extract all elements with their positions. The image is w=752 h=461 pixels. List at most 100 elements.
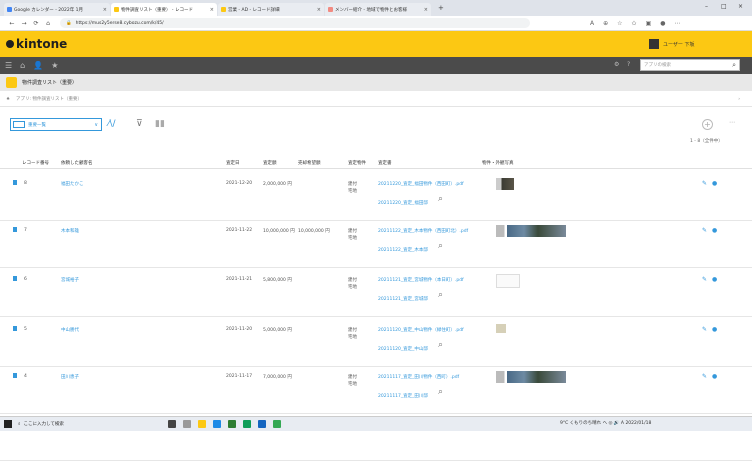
windows-start-icon[interactable] [4,420,12,428]
widgets-icon[interactable] [183,420,191,428]
appraisal-file-link-2[interactable]: 20211122_査定_木本邸 [378,247,428,253]
customer-name[interactable]: 木本和雄 [61,228,79,234]
appraisal-file-link[interactable]: 20211122_査定_木本物件（西田町北）.pdf [378,228,468,234]
browser-tab[interactable]: メンバー紹介 - 地域で物件とお客様 × [325,3,431,16]
record-menu-icon[interactable]: ● [712,180,717,187]
record-menu-icon[interactable]: ● [712,276,717,283]
user-menu[interactable]: ユーザー 下坂 [649,37,695,51]
appraisal-file-link[interactable]: 20211121_査定_宮城物件（本日町）.pdf [378,277,464,283]
appraisal-file-link-2[interactable]: 20211120_査定_中山邸 [378,346,428,352]
customer-name[interactable]: 福田たかこ [61,181,84,187]
home-icon[interactable]: ⌂ [42,20,54,27]
zoom-icon[interactable]: ⊕ [603,20,608,27]
customer-name[interactable]: 田川恵子 [61,374,79,380]
record-detail-icon[interactable] [13,373,17,378]
customer-name[interactable]: 宮城裕子 [61,277,79,283]
taskbar-search[interactable]: ⌕ ここに入力して検索 [18,421,128,427]
property-photo[interactable] [496,178,514,190]
chrome-icon[interactable] [273,420,281,428]
read-aloud-icon[interactable]: A [590,20,594,27]
record-detail-icon[interactable] [13,227,17,232]
appraisal-file-link-2[interactable]: 20211117_査定_田川邸 [378,393,428,399]
column-header[interactable]: 依頼した顧客名 [61,160,93,166]
column-header[interactable]: 売却希望額 [298,160,321,166]
breadcrumb-text[interactable]: アプリ: 物件調査リスト（重要） [16,96,82,102]
column-header[interactable]: レコード番号 [22,160,49,166]
search-icon[interactable]: ⌕ [732,61,736,70]
favorites-icon[interactable]: ✩ [632,20,637,27]
record-menu-icon[interactable]: ● [712,227,717,234]
close-window-button[interactable]: × [738,3,743,10]
app-icon-green[interactable] [243,420,251,428]
task-view-icon[interactable] [168,420,176,428]
browser-tab[interactable]: 物件調査リスト（重要） - レコード × [111,3,217,16]
magnifier-icon[interactable]: ⌕ [438,340,443,350]
customer-name[interactable]: 中山勝代 [61,327,79,333]
system-tray[interactable]: 9°C くもりのち晴れ へ ◎ 🔊 A 2022/01/18 [560,420,651,426]
maximize-button[interactable]: □ [721,3,727,10]
favorite-nav-icon[interactable]: ★ [51,61,58,70]
record-detail-icon[interactable] [13,276,17,281]
edit-icon[interactable]: ✎ [702,227,707,234]
edit-icon[interactable]: ✎ [702,276,707,283]
kintone-logo[interactable]: kintone [6,37,67,51]
record-menu-icon[interactable]: ● [712,326,717,333]
column-header[interactable]: 査定物件 [348,160,366,166]
new-tab-icon[interactable]: + [438,4,444,12]
reload-icon[interactable]: ⟳ [30,20,42,27]
magnifier-icon[interactable]: ⌕ [438,387,443,397]
edit-icon[interactable]: ✎ [702,326,707,333]
menu-icon[interactable]: ☰ [5,61,12,70]
add-record-button[interactable]: + [702,119,713,130]
magnifier-icon[interactable]: ⌕ [438,290,443,300]
magnifier-icon[interactable]: ⌕ [438,241,443,251]
space-icon[interactable]: ♠ [6,97,10,102]
settings-icon[interactable]: ⚙ [614,61,619,68]
tab-close-icon[interactable]: × [424,7,428,13]
tab-close-icon[interactable]: × [103,7,107,13]
filter-icon[interactable]: ⊽ [136,119,143,129]
appraisal-file-link[interactable]: 20211120_査定_中山物件（緑住町）.pdf [378,327,464,333]
property-photo[interactable] [496,274,520,288]
edit-icon[interactable]: ✎ [702,373,707,380]
collections-icon[interactable]: ▣ [646,20,652,27]
appraisal-file-link[interactable]: 20211220_査定_福田物件（西田町）.pdf [378,181,464,187]
column-header[interactable]: 査定日 [226,160,240,166]
graph-icon[interactable]: ⁄\/ [108,119,116,129]
chart-icon[interactable]: ▮▮ [155,119,165,129]
browser-tab[interactable]: 営業 - AD - レコード詳細 × [218,3,324,16]
more-icon[interactable]: ⋯ [674,20,680,27]
appraisal-file-link-2[interactable]: 20211121_査定_宮城邸 [378,296,428,302]
favorite-star-icon[interactable]: ☆ [617,20,622,27]
minimize-button[interactable]: – [705,3,708,10]
browser-tab[interactable]: Google カレンダー - 2022年 1月 × [4,3,110,16]
people-icon[interactable]: 👤 [33,61,43,70]
excel-icon[interactable] [228,420,236,428]
url-field[interactable]: 🔒 https://mus2y5erse8.cybozu.com/k/45/ [60,18,530,28]
collapse-icon[interactable]: › [738,97,740,102]
magnifier-icon[interactable]: ⌕ [438,194,443,204]
tab-close-icon[interactable]: × [210,7,214,13]
property-photo[interactable] [496,371,566,383]
options-icon[interactable]: ⋯ [729,119,735,126]
record-detail-icon[interactable] [13,180,17,185]
column-header[interactable]: 物件・外観写真 [482,160,514,166]
forward-icon[interactable]: → [18,20,30,27]
property-photo[interactable] [496,225,566,237]
record-detail-icon[interactable] [13,326,17,331]
appraisal-file-link-2[interactable]: 20211220_査定_福田邸 [378,200,428,206]
explorer-icon[interactable] [198,420,206,428]
edit-icon[interactable]: ✎ [702,180,707,187]
edge-icon[interactable] [213,420,221,428]
app-icon-blue[interactable] [258,420,266,428]
app-search-input[interactable]: アプリの検索 ⌕ [640,59,740,71]
back-icon[interactable]: ← [6,20,18,27]
column-header[interactable]: 査定額 [263,160,277,166]
appraisal-file-link[interactable]: 20211117_査定_田川物件（西町）.pdf [378,374,459,380]
tab-close-icon[interactable]: × [317,7,321,13]
view-selector[interactable]: 重要一覧 ∨ [10,118,102,131]
record-menu-icon[interactable]: ● [712,373,717,380]
help-icon[interactable]: ? [627,61,630,68]
profile-icon[interactable]: ● [660,20,665,27]
column-header[interactable]: 査定書 [378,160,392,166]
